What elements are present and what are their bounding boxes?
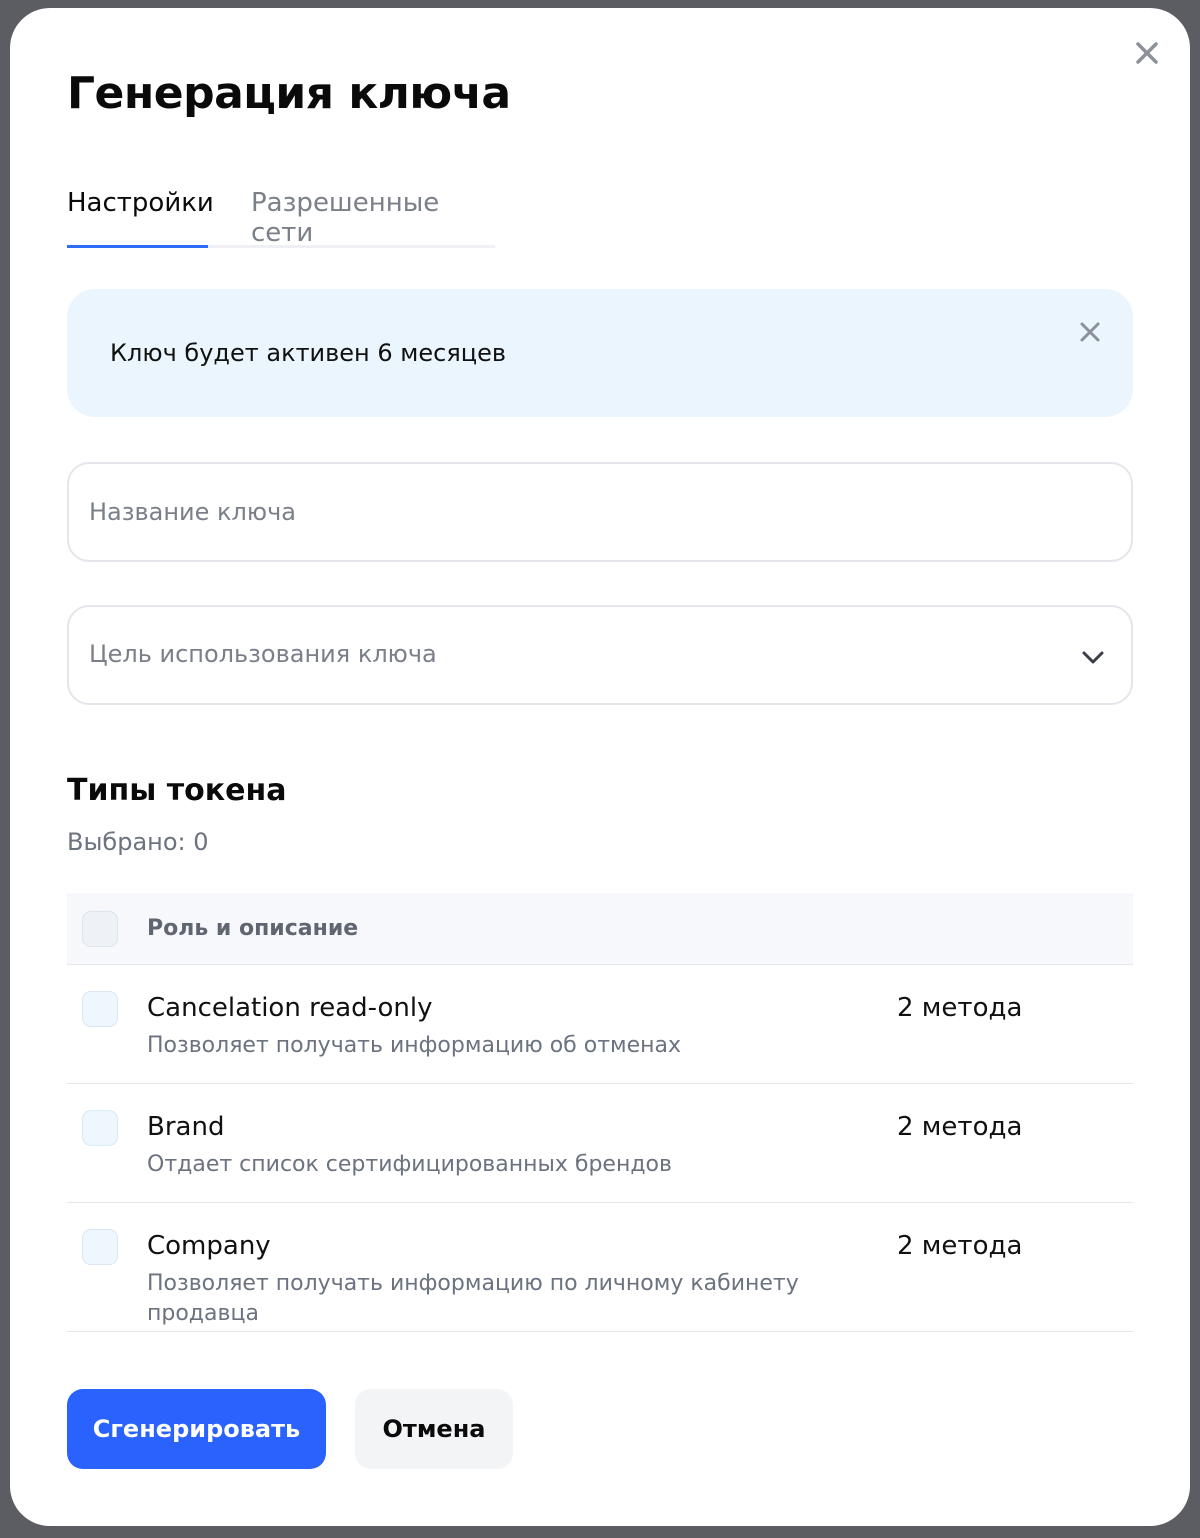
column-header-role: Роль и описание: [147, 916, 359, 941]
row-checkbox[interactable]: [82, 1229, 118, 1265]
chevron-down-icon: [1082, 651, 1104, 664]
token-description: Позволяет получать информацию по личному…: [147, 1271, 799, 1326]
tab-bar: Настройки Разрешенные сети: [67, 188, 495, 248]
token-types-table: Роль и описание Cancelation read-only По…: [67, 893, 1133, 1332]
table-row: Company Позволяет получать информацию по…: [67, 1203, 1133, 1332]
close-icon[interactable]: [1132, 38, 1162, 68]
select-all-checkbox[interactable]: [82, 911, 118, 947]
key-name-field: [67, 462, 1133, 562]
key-name-input[interactable]: [89, 464, 1089, 560]
token-methods-count: 2 метода: [897, 1231, 1023, 1261]
table-row: Brand Отдает список сертифицированных бр…: [67, 1084, 1133, 1203]
table-row: Cancelation read-only Позволяет получать…: [67, 965, 1133, 1084]
token-methods-count: 2 метода: [897, 993, 1023, 1023]
dialog-title: Генерация ключа: [67, 68, 511, 119]
token-description: Позволяет получать информацию об отменах: [147, 1033, 682, 1058]
generate-key-dialog: Генерация ключа Настройки Разрешенные се…: [10, 8, 1190, 1526]
close-icon[interactable]: [1077, 319, 1103, 345]
tab-allowed-networks[interactable]: Разрешенные сети: [251, 188, 495, 248]
tab-settings[interactable]: Настройки: [67, 188, 214, 218]
purpose-select-placeholder: Цель использования ключа: [89, 640, 437, 668]
table-header: Роль и описание: [67, 893, 1133, 965]
row-checkbox[interactable]: [82, 991, 118, 1027]
token-name: Cancelation read-only: [147, 993, 433, 1023]
info-banner: Ключ будет активен 6 месяцев: [67, 289, 1133, 417]
row-checkbox[interactable]: [82, 1110, 118, 1146]
token-name: Company: [147, 1231, 271, 1261]
selected-count: Выбрано: 0: [67, 828, 209, 856]
cancel-button[interactable]: Отмена: [355, 1389, 513, 1469]
info-banner-text: Ключ будет активен 6 месяцев: [110, 339, 507, 367]
token-description: Отдает список сертифицированных брендов: [147, 1152, 672, 1177]
generate-button[interactable]: Сгенерировать: [67, 1389, 326, 1469]
token-methods-count: 2 метода: [897, 1112, 1023, 1142]
purpose-select[interactable]: Цель использования ключа: [67, 605, 1133, 705]
token-name: Brand: [147, 1112, 225, 1142]
active-tab-indicator: [67, 245, 208, 248]
token-types-title: Типы токена: [67, 773, 287, 808]
